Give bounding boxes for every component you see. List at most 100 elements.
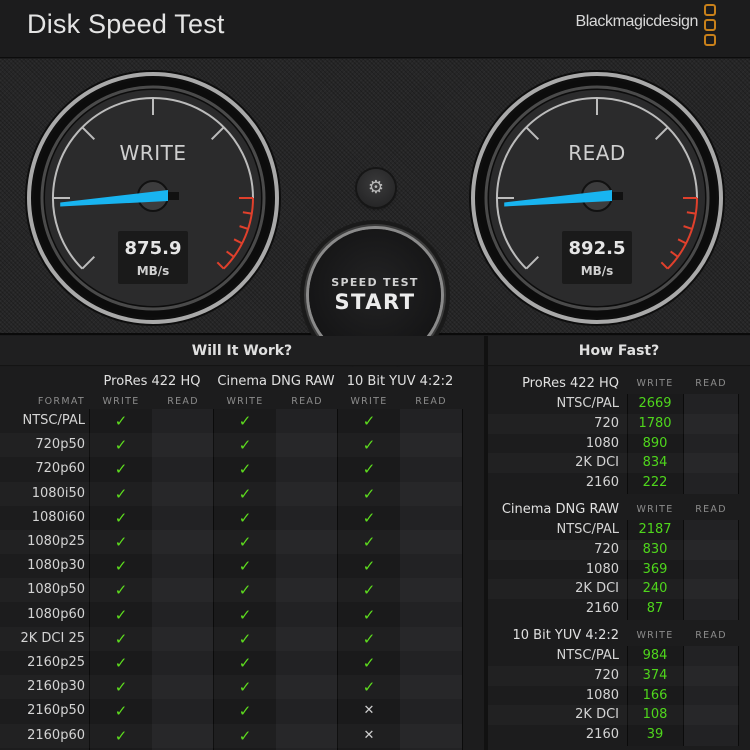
- check-icon: ✓: [362, 460, 376, 479]
- gauge-panel: WRITE 875.9 MB/s ⚙ SPEED TEST START READ…: [0, 59, 750, 361]
- table-row: NTSC/PAL ✓ ✓ ✓: [0, 409, 462, 433]
- app-title: Disk Speed Test: [27, 9, 225, 39]
- check-icon: ✓: [114, 460, 128, 479]
- resolution-label: 2K DCI: [575, 581, 619, 597]
- table-row: 2160 222: [488, 473, 739, 493]
- write-fps-value: 39: [646, 727, 664, 743]
- check-icon: ✓: [362, 412, 376, 430]
- table-row: 2160p50 ✓ ✓ ✕: [0, 699, 462, 723]
- check-icon: ✓: [114, 557, 128, 576]
- format-column-header: FORMAT: [37, 396, 85, 407]
- cross-icon: ✕: [363, 727, 375, 743]
- table-row: 1080i60 ✓ ✓ ✓: [0, 506, 462, 530]
- how-fast-section: Cinema DNG RAW WRITE READ NTSC/PAL 2187 720 83…: [488, 500, 750, 622]
- write-fps-value: 834: [642, 455, 668, 471]
- check-icon: ✓: [114, 702, 128, 721]
- read-speed-unit: MB/s: [580, 264, 614, 278]
- check-icon: ✓: [238, 508, 252, 527]
- write-column-header: WRITE: [350, 396, 388, 407]
- settings-button[interactable]: ⚙: [357, 169, 395, 207]
- write-speed-value: 875.9: [124, 238, 182, 259]
- table-row: 720 830: [488, 540, 739, 560]
- resolution-label: 1080: [585, 561, 619, 577]
- table-row: 1080 166: [488, 686, 739, 706]
- will-it-work-table: FORMAT ProRes 422 HQ WRITE READ Cinema DNG …: [0, 367, 484, 750]
- write-fps-value: 166: [642, 687, 668, 703]
- table-row: NTSC/PAL 2187: [488, 520, 739, 540]
- check-icon: ✓: [238, 654, 252, 672]
- start-button-label: START: [334, 290, 416, 314]
- write-fps-value: 2187: [638, 522, 672, 537]
- format-label: 1080p50: [27, 582, 85, 598]
- how-fast-table: ProRes 422 HQ WRITE READ NTSC/PAL 2669 720 178…: [488, 367, 750, 750]
- check-icon: ✓: [362, 557, 376, 576]
- resolution-label: 1080: [585, 435, 619, 451]
- format-label: 2160p60: [27, 727, 85, 743]
- gauge-redline-tick: [242, 211, 252, 215]
- write-fps-value: 890: [642, 435, 668, 451]
- check-icon: ✓: [238, 533, 252, 551]
- resolution-label: NTSC/PAL: [556, 648, 619, 663]
- resolution-label: NTSC/PAL: [556, 522, 619, 537]
- check-icon: ✓: [114, 412, 128, 430]
- how-fast-section: 10 Bit YUV 4:2:2 WRITE READ NTSC/PAL 984 720 3…: [488, 626, 750, 748]
- write-gauge-dial: [25, 70, 281, 326]
- table-row: 2160 39: [488, 725, 739, 745]
- table-row: NTSC/PAL 984: [488, 646, 739, 666]
- table-row: NTSC/PAL 2669: [488, 394, 739, 414]
- codec-header: ProRes 422 HQ: [103, 374, 201, 389]
- write-column-header: WRITE: [226, 396, 264, 407]
- table-row: 720 374: [488, 666, 739, 686]
- check-icon: ✓: [362, 508, 376, 527]
- resolution-label: 2160: [585, 727, 619, 743]
- write-fps-value: 1780: [638, 415, 672, 431]
- column-divider: [462, 409, 463, 750]
- check-icon: ✓: [238, 581, 252, 600]
- resolution-label: 2K DCI: [575, 455, 619, 471]
- table-row: 720p50 ✓ ✓ ✓: [0, 433, 462, 457]
- table-row: 2K DCI 834: [488, 453, 739, 473]
- format-label: 1080p60: [27, 606, 85, 622]
- cross-icon: ✕: [363, 703, 375, 719]
- check-icon: ✓: [114, 629, 128, 648]
- table-row: 1080p50 ✓ ✓ ✓: [0, 578, 462, 602]
- check-icon: ✓: [362, 629, 376, 648]
- check-icon: ✓: [114, 581, 128, 600]
- check-icon: ✓: [238, 629, 252, 648]
- check-icon: ✓: [362, 654, 376, 672]
- gear-icon: ⚙: [367, 177, 385, 198]
- format-label: NTSC/PAL: [22, 413, 85, 428]
- codec-header: Cinema DNG RAW: [217, 374, 335, 389]
- write-fps-value: 87: [646, 601, 664, 617]
- check-icon: ✓: [362, 581, 376, 600]
- check-icon: ✓: [238, 605, 252, 624]
- check-icon: ✓: [238, 460, 252, 479]
- app-header: Disk Speed Test Blackmagicdesign: [0, 0, 750, 58]
- write-column-header: WRITE: [102, 396, 140, 407]
- check-icon: ✓: [238, 412, 252, 430]
- format-label: 1080p25: [27, 534, 85, 549]
- check-icon: ✓: [114, 605, 128, 624]
- write-gauge-label: WRITE: [119, 141, 187, 165]
- read-column-header: READ: [167, 396, 199, 407]
- check-icon: ✓: [114, 436, 128, 455]
- check-icon: ✓: [114, 654, 128, 672]
- format-label: 2160p25: [27, 655, 85, 670]
- check-icon: ✓: [362, 678, 376, 697]
- write-fps-value: 369: [642, 561, 668, 577]
- write-fps-value: 240: [642, 581, 668, 597]
- gauge-redline-tick: [686, 211, 696, 215]
- write-speed-unit: MB/s: [136, 264, 170, 278]
- brand-name: Blackmagicdesign: [575, 13, 698, 30]
- table-row: 2160p25 ✓ ✓ ✓: [0, 651, 462, 675]
- read-column-header: READ: [695, 378, 727, 389]
- format-label: 1080p30: [27, 558, 85, 574]
- check-icon: ✓: [238, 557, 252, 576]
- check-icon: ✓: [238, 702, 252, 721]
- format-label: 2160p50: [27, 703, 85, 719]
- read-column-header: READ: [415, 396, 447, 407]
- write-fps-value: 374: [642, 667, 668, 683]
- check-icon: ✓: [238, 436, 252, 455]
- table-row: 720p60 ✓ ✓ ✓: [0, 457, 462, 481]
- resolution-label: 720: [594, 541, 619, 557]
